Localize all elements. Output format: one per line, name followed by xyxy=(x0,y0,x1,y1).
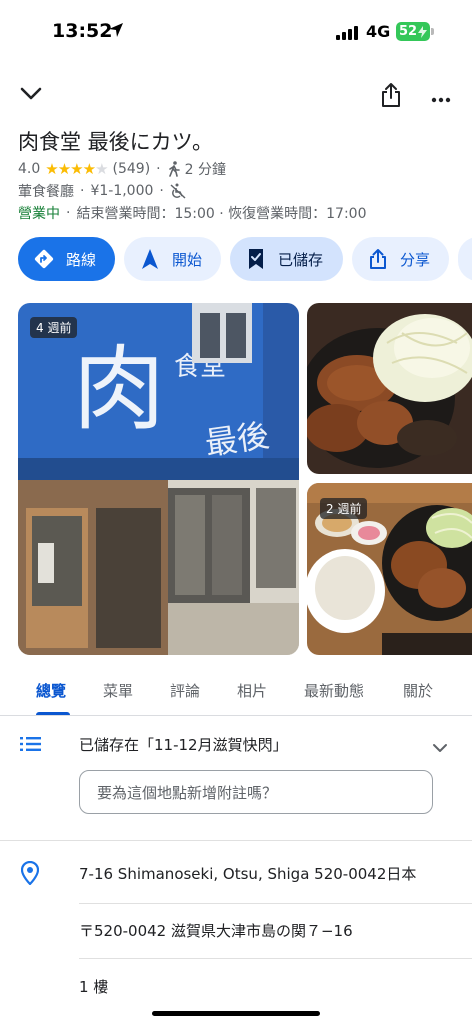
address-divider xyxy=(79,903,472,904)
address-row[interactable]: 7-16 Shimanoseki, Otsu, Shiga 520-0042日本 xyxy=(0,850,472,900)
tab-overview[interactable]: 總覽 xyxy=(36,680,66,701)
tab-menu[interactable]: 菜單 xyxy=(103,680,133,701)
active-tab-indicator xyxy=(36,712,70,715)
more-actions-chip[interactable] xyxy=(458,237,472,281)
list-icon xyxy=(20,736,42,756)
collapse-button[interactable] xyxy=(16,82,46,110)
share-icon xyxy=(380,82,402,112)
open-status: 營業中 xyxy=(18,206,60,222)
rating-stars: ★★★★★ xyxy=(45,160,108,178)
share-button[interactable]: 分享 xyxy=(352,237,449,281)
chevron-down-icon xyxy=(432,738,448,757)
tab-reviews[interactable]: 評論 xyxy=(170,680,200,701)
tab-updates[interactable]: 最新動態 xyxy=(304,680,364,701)
tab-photos[interactable]: 相片 xyxy=(237,680,267,701)
section-divider xyxy=(0,840,472,841)
network-type: 4G xyxy=(366,22,391,41)
chevron-down-icon xyxy=(19,86,43,106)
tab-about[interactable]: 關於 xyxy=(403,680,433,701)
rating-value: 4.0 xyxy=(18,161,41,177)
postal-divider xyxy=(79,958,472,959)
more-horizontal-icon xyxy=(431,88,451,107)
location-arrow-icon xyxy=(108,22,124,42)
saved-list-label: 已儲存在「11-12月滋賀快閃」 xyxy=(79,736,288,754)
storefront-photo[interactable]: 肉 食堂 最後 4 週前 xyxy=(18,303,299,655)
note-input[interactable]: 要為這個地點新增附註嗎？ xyxy=(79,770,433,814)
battery-indicator: 52 xyxy=(396,22,430,41)
place-category: 葷食餐廳 xyxy=(18,184,74,200)
postal-address-row[interactable]: 〒520-0042 滋賀県大津市島の関７−16 xyxy=(0,906,472,956)
action-chips: 路線 開始 已儲存 分享 xyxy=(18,237,472,281)
share-header-button[interactable] xyxy=(376,82,406,112)
note-placeholder: 要為這個地點新增附註嗎？ xyxy=(97,783,278,802)
saved-button[interactable]: 已儲存 xyxy=(230,237,343,281)
share-icon xyxy=(366,247,390,271)
food-photo-2[interactable]: 2 週前 xyxy=(307,483,472,655)
status-bar: 13:52 4G 52 xyxy=(0,0,472,62)
directions-icon xyxy=(32,247,56,271)
floor-row[interactable]: 1 樓 xyxy=(0,962,472,1006)
no-wheelchair-icon xyxy=(170,183,186,199)
status-time: 13:52 xyxy=(52,20,113,42)
food-photo-1[interactable] xyxy=(307,303,472,474)
start-label: 開始 xyxy=(172,250,203,269)
bookmark-check-icon xyxy=(244,247,268,271)
more-options-button[interactable] xyxy=(426,84,456,110)
walk-time: 2 分鐘 xyxy=(184,162,226,178)
address-line: 7-16 Shimanoseki, Otsu, Shiga 520-0042日本 xyxy=(79,865,417,883)
price-range: ¥1-1,000 xyxy=(90,183,154,199)
signal-bars-icon xyxy=(336,24,358,40)
navigation-arrow-icon xyxy=(138,247,162,271)
directions-button[interactable]: 路線 xyxy=(18,237,115,281)
saved-list-row[interactable]: 已儲存在「11-12月滋賀快閃」 xyxy=(0,724,472,764)
location-pin-icon xyxy=(20,860,40,889)
place-title: 肉食堂 最後にカツ。 xyxy=(18,130,214,154)
svg-text:肉: 肉 xyxy=(73,336,165,443)
photo-age-badge: 4 週前 xyxy=(30,317,78,338)
hours-info: 結束營業時間：15:00 · 恢復營業時間：17:00 xyxy=(76,206,367,222)
photo-age-badge-2: 2 週前 xyxy=(320,498,368,519)
tab-bar: 總覽 菜單 評論 相片 最新動態 關於 xyxy=(0,668,472,716)
review-count: (549) xyxy=(112,161,151,177)
battery-cap xyxy=(431,28,434,35)
hours-row[interactable]: 營業中 · 結束營業時間：15:00 · 恢復營業時間：17:00 xyxy=(18,203,367,223)
share-label: 分享 xyxy=(400,250,431,269)
category-row: 葷食餐廳 · ¥1-1,000 · xyxy=(18,181,186,201)
battery-level: 52 xyxy=(399,24,418,39)
saved-label: 已儲存 xyxy=(278,250,324,269)
home-indicator[interactable] xyxy=(152,1011,320,1016)
postal-address: 〒520-0042 滋賀県大津市島の関７−16 xyxy=(79,922,353,940)
floor-info: 1 樓 xyxy=(79,978,109,996)
directions-label: 路線 xyxy=(66,250,97,269)
walking-icon xyxy=(167,161,181,177)
start-button[interactable]: 開始 xyxy=(124,237,221,281)
rating-row[interactable]: 4.0 ★★★★★ (549) · 2 分鐘 xyxy=(18,159,226,179)
